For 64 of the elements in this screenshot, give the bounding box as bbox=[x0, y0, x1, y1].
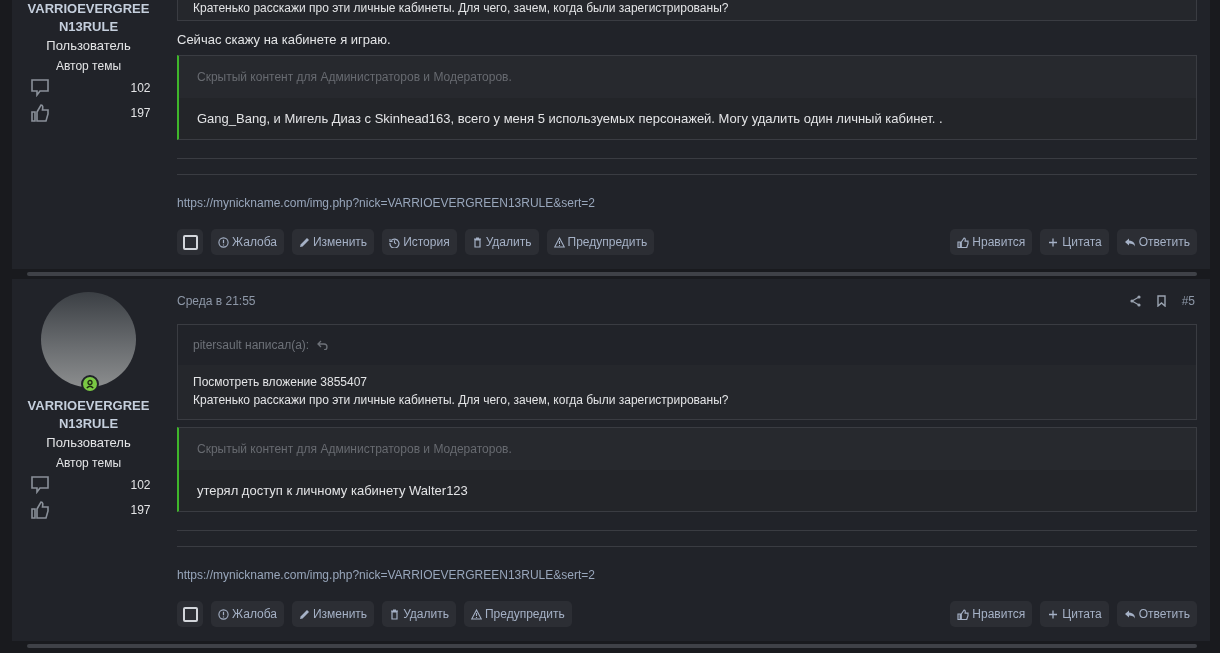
exclamation-circle-icon bbox=[218, 608, 229, 620]
warn-button[interactable]: Предупредить bbox=[463, 601, 572, 627]
reply-arrow-icon bbox=[1123, 608, 1136, 620]
quote-button[interactable]: Цитата bbox=[1040, 229, 1109, 255]
history-button[interactable]: История bbox=[382, 229, 457, 255]
share-icon[interactable] bbox=[1129, 295, 1141, 307]
thumbs-up-icon bbox=[30, 103, 49, 122]
messages-icon bbox=[30, 475, 49, 494]
reply-button[interactable]: Ответить bbox=[1116, 601, 1197, 627]
hidden-content-notice: Скрытый контент для Администраторов и Модераторов. bbox=[197, 70, 512, 84]
reply-button[interactable]: Ответить bbox=[1116, 229, 1197, 255]
signature-link[interactable]: https://mynickname.com/img.php?nick=VARRIOEVERGREEN13RULE&sert=2 bbox=[177, 568, 595, 582]
exclamation-circle-icon bbox=[218, 236, 229, 248]
quote-button[interactable]: Цитата bbox=[1040, 601, 1109, 627]
reply-arrow-icon[interactable] bbox=[317, 340, 329, 350]
quote-author[interactable]: pitersault написал(а): bbox=[193, 338, 310, 352]
author-label: Автор темы bbox=[55, 455, 122, 472]
bookmark-icon[interactable] bbox=[1156, 295, 1166, 307]
quote-text: Кратенько расскажи про эти личные кабинеты. Для чего, зачем, когда были зарегистрированы? bbox=[177, 0, 1197, 21]
messages-icon bbox=[30, 78, 49, 97]
author-label: Автор темы bbox=[55, 58, 122, 75]
history-icon bbox=[389, 236, 401, 248]
report-button[interactable]: Жалоба bbox=[211, 229, 284, 255]
report-button[interactable]: Жалоба bbox=[211, 601, 284, 627]
thumbs-up-icon bbox=[30, 500, 49, 519]
post-date[interactable]: Среда в 21:55 bbox=[177, 294, 256, 308]
trash-icon bbox=[389, 608, 401, 620]
delete-button[interactable]: Удалить bbox=[382, 601, 456, 627]
quote-text: Кратенько расскажи про эти личные кабинеты. Для чего, зачем, когда были зарегистрированы? bbox=[193, 392, 730, 409]
warn-button[interactable]: Предупредить bbox=[546, 229, 655, 255]
select-button[interactable] bbox=[177, 229, 203, 255]
stat-value: 102 bbox=[130, 80, 151, 95]
reply-arrow-icon bbox=[1123, 236, 1136, 248]
message-text: Сейчас скажу на кабинете я играю. bbox=[177, 31, 392, 49]
thumbs-up-icon bbox=[957, 236, 970, 248]
select-checkbox[interactable] bbox=[182, 606, 198, 622]
select-checkbox[interactable] bbox=[182, 234, 198, 250]
like-button[interactable]: Нравится bbox=[950, 601, 1033, 627]
username[interactable]: VARRIOEVERGREE N13RULE bbox=[18, 0, 159, 36]
pencil-icon bbox=[299, 608, 310, 620]
signature-link[interactable]: https://mynickname.com/img.php?nick=VARRIOEVERGREEN13RULE&sert=2 bbox=[177, 196, 595, 210]
quote-text: Посмотреть вложение 3855407 bbox=[193, 374, 369, 391]
stat-value: 197 bbox=[130, 502, 151, 517]
username[interactable]: VARRIOEVERGREE N13RULE bbox=[18, 397, 159, 433]
post-number[interactable]: #5 bbox=[1181, 294, 1195, 308]
warning-triangle-icon bbox=[470, 608, 482, 620]
like-button[interactable]: Нравится bbox=[950, 229, 1033, 255]
warning-triangle-icon bbox=[553, 236, 565, 248]
hidden-content-text: Gang_Bang, и Мигель Диаз с Skinhead163, всего у меня 5 используемых персонажей. Могу удалить один личный кабинет. . bbox=[197, 111, 943, 126]
hidden-content-notice: Скрытый контент для Администраторов и Модераторов. bbox=[197, 442, 512, 456]
trash-icon bbox=[471, 236, 483, 248]
stat-value: 102 bbox=[130, 477, 151, 492]
edit-button[interactable]: Изменить bbox=[292, 229, 375, 255]
plus-icon bbox=[1047, 608, 1060, 620]
select-button[interactable] bbox=[177, 601, 203, 627]
pencil-icon bbox=[299, 236, 310, 248]
edit-button[interactable]: Изменить bbox=[292, 601, 375, 627]
user-role: Пользователь bbox=[46, 434, 131, 452]
stat-value: 197 bbox=[130, 105, 151, 120]
delete-button[interactable]: Удалить bbox=[464, 229, 539, 255]
hidden-content-text: утерял доступ к личному кабинету Walter123 bbox=[197, 483, 468, 498]
plus-icon bbox=[1047, 236, 1060, 248]
thumbs-up-icon bbox=[957, 608, 970, 620]
user-role: Пользователь bbox=[46, 37, 131, 55]
